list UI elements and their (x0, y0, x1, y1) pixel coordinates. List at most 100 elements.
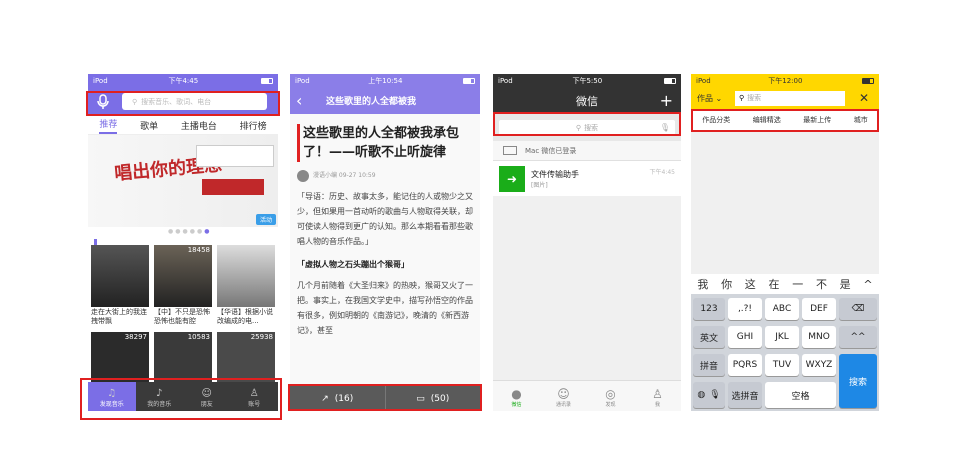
tab-label: 我 (654, 402, 660, 408)
carrier: iPod (696, 76, 711, 85)
header: iPod 上午10:54 ‹ 这些歌里的人全都被我 (290, 74, 480, 114)
chevron-down-icon: ⌄ (715, 93, 723, 103)
candidate[interactable]: 是 (840, 276, 851, 292)
clock: 下午4:45 (168, 76, 199, 85)
chat-preview: [图片] (531, 181, 548, 189)
contacts-icon: ☺ (557, 387, 570, 401)
candidate[interactable]: 你 (721, 276, 732, 292)
candidate[interactable]: 一 (792, 276, 803, 292)
tab-radio[interactable]: 主播电台 (181, 119, 217, 132)
keyboard: 123 ,.?! ABC DEF ⌫ 英文 GHI JKL MNO ^^ 拼音 … (691, 294, 879, 411)
carrier: iPod (93, 76, 108, 85)
key-mno[interactable]: MNO (802, 326, 836, 348)
playlist-caption: 走在大街上的我连拽带飘 (91, 308, 147, 325)
globe-icon: ◍ (697, 390, 706, 400)
play-count: 10583 (187, 333, 210, 341)
playlist-cover[interactable] (217, 245, 275, 307)
tab-contacts[interactable]: ☺ 通讯录 (540, 381, 587, 411)
category-dropdown[interactable]: 作品 ⌄ (697, 93, 729, 104)
status-bar: iPod 下午12:00 (691, 74, 879, 87)
playlist-cover[interactable]: 38297 (91, 332, 149, 382)
candidate[interactable]: 在 (769, 276, 780, 292)
candidate[interactable]: 我 (697, 276, 708, 292)
status-bar: iPod 下午4:45 (88, 74, 278, 87)
nav-title: 微信 (576, 94, 598, 108)
monitor-icon (503, 146, 517, 155)
key-punct[interactable]: ,.?! (728, 298, 762, 320)
key-select-pinyin[interactable]: 选拼音 (728, 382, 762, 408)
highlight-search (86, 91, 280, 116)
add-button[interactable]: + (660, 91, 673, 110)
close-button[interactable]: ✕ (859, 91, 869, 105)
candidate[interactable]: 这 (745, 276, 756, 292)
highlight-bottom-bar (288, 384, 482, 411)
banner[interactable]: 唱出你的理想 活动 ●●●●●● (88, 135, 278, 235)
search-input[interactable]: ⚲ 搜索 (735, 90, 845, 106)
tab-chats[interactable]: ● 微信 (493, 381, 540, 411)
tab-playlists[interactable]: 歌单 (140, 119, 158, 132)
mac-login-banner[interactable]: Mac 微信已登录 (493, 141, 681, 161)
back-icon[interactable]: ‹ (296, 91, 326, 110)
key-def[interactable]: DEF (802, 298, 836, 320)
carrier: iPod (498, 76, 513, 85)
space-key[interactable]: 空格 (765, 382, 836, 408)
article-intro: 「导语：历史、故事太多，能记住的人或物少之又少，但如果用一首动听的歌曲与人物取得… (297, 192, 473, 246)
tab-recommend[interactable]: 推荐 (99, 117, 118, 134)
tab-me[interactable]: ♙ 我 (634, 381, 681, 411)
key-jkl[interactable]: JKL (765, 326, 799, 348)
key-emoticon[interactable]: ^^ (839, 326, 877, 348)
playlist-cover[interactable]: 10583 (154, 332, 212, 382)
carrier: iPod (295, 76, 310, 85)
tab-discover[interactable]: ◎ 发现 (587, 381, 634, 411)
category-label: 作品 (697, 93, 713, 103)
author-meta: 漫语小编 09-27 10:59 (313, 172, 376, 179)
status-bar: iPod 下午5:50 (493, 74, 681, 87)
battery-icon (860, 77, 874, 85)
playlist-cover[interactable] (91, 245, 149, 307)
expand-candidates-icon[interactable]: ^ (863, 278, 872, 291)
tab-label: 发现 (605, 402, 616, 408)
highlight-tabbar (80, 378, 282, 420)
key-wxyz[interactable]: WXYZ (802, 354, 836, 376)
clock: 下午12:00 (768, 76, 803, 85)
chat-bubble-icon: ● (511, 387, 522, 401)
backspace-key[interactable]: ⌫ (839, 298, 877, 320)
playlist-cover[interactable]: 25938 (217, 332, 275, 382)
top-tabs: 推荐 歌单 主播电台 排行榜 (88, 116, 278, 135)
globe-mic-key[interactable]: ◍ 🎙 (693, 382, 725, 408)
search-icon: ⚲ (739, 94, 745, 102)
status-bar: iPod 上午10:54 (290, 74, 480, 87)
user-icon: ♙ (652, 387, 663, 401)
play-count: 38297 (124, 333, 147, 341)
header: iPod 下午5:50 微信 + (493, 74, 681, 114)
chat-list-item[interactable]: ➜ 文件传输助手 [图片] 下午4:45 (493, 161, 681, 196)
microphone-icon: 🎙 (709, 390, 721, 400)
article: 这些歌里的人全都被我承包了！——听歌不止听旋律 漫语小编 09-27 10:59… (290, 114, 480, 348)
tab-label: 微信 (511, 402, 522, 408)
key-english[interactable]: 英文 (693, 326, 725, 348)
tab-label: 通讯录 (555, 402, 571, 408)
key-pinyin[interactable]: 拼音 (693, 354, 725, 376)
chat-name: 文件传输助手 (531, 169, 579, 179)
tab-charts[interactable]: 排行榜 (240, 119, 267, 132)
key-pqrs[interactable]: PQRS (728, 354, 762, 376)
bottom-tab-bar: ● 微信 ☺ 通讯录 ◎ 发现 ♙ 我 (493, 380, 681, 411)
file-transfer-icon: ➜ (499, 165, 525, 192)
play-count: 18458 (187, 246, 210, 254)
playlist-caption: 【中】不只是恐怖 恐怖也能有腔 (154, 308, 210, 325)
key-123[interactable]: 123 (693, 298, 725, 320)
article-title: 这些歌里的人全都被我承包了！——听歌不止听旋律 (297, 124, 473, 162)
playlist-cover[interactable]: 18458 (154, 245, 212, 307)
key-ghi[interactable]: GHI (728, 326, 762, 348)
candidate[interactable]: 不 (816, 276, 827, 292)
clock: 上午10:54 (368, 76, 403, 85)
highlight-search (493, 112, 681, 136)
battery-icon (259, 77, 273, 85)
key-tuv[interactable]: TUV (765, 354, 799, 376)
key-abc[interactable]: ABC (765, 298, 799, 320)
search-key[interactable]: 搜索 (839, 354, 877, 408)
battery-icon (461, 77, 475, 85)
chat-time: 下午4:45 (649, 169, 675, 176)
header: iPod 下午12:00 作品 ⌄ ⚲ 搜索 ✕ (691, 74, 879, 110)
netease-music-screen: iPod 下午4:45 ⚲ 搜索音乐、歌词、电台 推荐 歌单 主播电台 排行榜 唱出… (88, 74, 278, 411)
